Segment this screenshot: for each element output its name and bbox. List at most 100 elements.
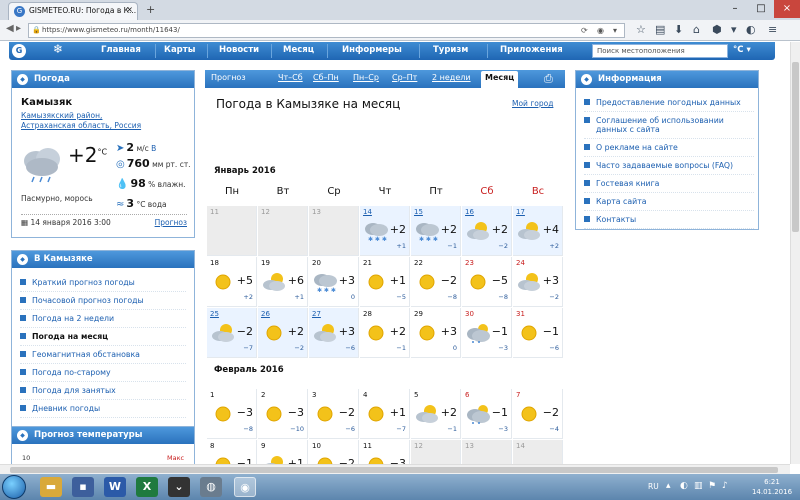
day-cell[interactable]: 16 +2 −2 — [462, 206, 512, 256]
new-tab-button[interactable]: + — [146, 3, 155, 16]
nav-item-apps[interactable]: Приложения — [500, 45, 563, 55]
scrollbar-thumb[interactable] — [792, 62, 799, 232]
nav-item-maps[interactable]: Карты — [164, 45, 195, 55]
search-dropdown-icon[interactable]: ▾ — [613, 24, 617, 37]
forecast-tab[interactable]: Сб–Пн — [313, 73, 339, 82]
sidebar-link[interactable]: Геомагнитная обстановка — [20, 346, 186, 364]
menu-icon[interactable]: ≡ — [768, 23, 777, 36]
day-cell[interactable]: 25 −2 −7 — [207, 308, 257, 358]
extension-menu-icon[interactable]: ▾ — [731, 23, 737, 36]
nav-item-home[interactable]: Главная — [101, 45, 141, 55]
my-city-link[interactable]: Мой город — [512, 99, 553, 108]
day-cell[interactable]: 17 +4 +2 — [513, 206, 563, 256]
print-icon[interactable]: ⎙ — [544, 72, 553, 86]
maximize-button[interactable]: □ — [748, 0, 774, 18]
firefox-icon[interactable]: ◉ — [234, 477, 256, 497]
tray-app-icon[interactable]: ◐ — [680, 481, 688, 491]
forecast-tab[interactable]: Ср–Пт — [392, 73, 417, 82]
day-cell[interactable]: 1 −3 −8 — [207, 389, 257, 439]
info-link[interactable]: Карта сайта — [584, 193, 754, 211]
tray-network-icon[interactable]: ▥ — [694, 481, 703, 491]
day-cell[interactable]: 7 −2 −4 — [513, 389, 563, 439]
star-icon[interactable]: ☆ — [636, 23, 646, 36]
forecast-tab[interactable]: Месяц — [481, 71, 519, 88]
download-icon[interactable]: ⬇ — [674, 23, 683, 36]
explorer-icon[interactable]: ▬ — [40, 477, 62, 497]
day-cell[interactable]: 15 ✱ ✱ ✱ +2 −1 — [411, 206, 461, 256]
start-button[interactable] — [2, 475, 26, 499]
day-cell[interactable]: 29 +3 0 — [411, 308, 461, 358]
day-cell[interactable]: 4 +1 −7 — [360, 389, 410, 439]
forward-icon[interactable]: ▸ — [16, 23, 21, 34]
day-cell[interactable]: 20 ✱ ✱ ✱ +3 0 — [309, 257, 359, 307]
day-cell[interactable]: 5 +2 −1 — [411, 389, 461, 439]
day-cell[interactable]: 23 −5 −8 — [462, 257, 512, 307]
day-cell[interactable]: 22 −2 −8 — [411, 257, 461, 307]
sidebar-link[interactable]: Дневник погоды — [20, 400, 186, 418]
day-cell[interactable]: 24 +3 −2 — [513, 257, 563, 307]
info-link[interactable]: Соглашение об использовании данных с сай… — [584, 112, 754, 139]
info-link[interactable]: Контакты — [584, 211, 754, 229]
day-cell[interactable]: 19 +6 +1 — [258, 257, 308, 307]
day-cell[interactable]: 6 −1 −3 — [462, 389, 512, 439]
tray-up-icon[interactable]: ▴ — [666, 481, 671, 491]
addon-icon[interactable]: ◐ — [746, 23, 756, 36]
vertical-scrollbar[interactable] — [790, 42, 800, 464]
day-cell[interactable]: 8−1−4 — [207, 440, 257, 464]
day-cell[interactable]: 10−2−5 — [309, 440, 359, 464]
day-cell[interactable]: 3 −2 −6 — [309, 389, 359, 439]
region-area[interactable]: Астраханская область, Россия — [21, 121, 191, 131]
sidebar-link[interactable]: Краткий прогноз погоды — [20, 274, 186, 292]
day-cell[interactable]: 30 −1 −3 — [462, 308, 512, 358]
day-cell[interactable]: 2 −3 −10 — [258, 389, 308, 439]
day-cell[interactable]: 9+1−2 — [258, 440, 308, 464]
day-cell[interactable]: 21 +1 −5 — [360, 257, 410, 307]
day-cell[interactable]: 28 +2 −1 — [360, 308, 410, 358]
forecast-tab[interactable]: 2 недели — [432, 73, 471, 82]
clipboard-icon[interactable]: ▤ — [655, 23, 665, 36]
sidebar-link[interactable]: Погода для занятых — [20, 382, 186, 400]
address-bar[interactable]: 🔒 https://www.gismeteo.ru/month/11643/ ⟳… — [28, 23, 625, 38]
region-links[interactable]: Камызякский район, Астраханская область,… — [21, 111, 191, 131]
info-link[interactable]: О рекламе на сайте — [584, 139, 754, 157]
sidebar-link[interactable]: Погода на 2 недели — [20, 310, 186, 328]
save-icon[interactable]: ▪ — [72, 477, 94, 497]
day-cell[interactable]: 11−3−6 — [360, 440, 410, 464]
forecast-link[interactable]: Прогноз — [155, 218, 187, 227]
paint-icon[interactable]: ◍ — [200, 477, 222, 497]
day-cell[interactable]: 27 +3 −6 — [309, 308, 359, 358]
browser-tab[interactable]: G GISMETEO.RU: Погода в К... × — [8, 2, 138, 20]
forecast-tab[interactable]: Пн–Ср — [353, 73, 379, 82]
location-search-input[interactable]: Поиск местоположения — [592, 44, 728, 58]
window-close-button[interactable]: × — [774, 0, 800, 18]
nav-item-month[interactable]: Месяц — [283, 45, 314, 55]
word-icon[interactable]: W — [104, 477, 126, 497]
extension-icon[interactable]: ⬢ — [712, 23, 722, 36]
language-indicator[interactable]: RU — [648, 482, 659, 491]
sidebar-link[interactable]: Погода на месяц — [20, 328, 186, 346]
reload-icon[interactable]: ⟳ — [581, 24, 588, 37]
tray-security-icon[interactable]: ⚑ — [708, 481, 716, 491]
sidebar-link[interactable]: Почасовой прогноз погоды — [20, 292, 186, 310]
gismeteo-logo[interactable]: G — [12, 44, 26, 58]
region-district[interactable]: Камызякский район, — [21, 111, 191, 121]
tab-close-icon[interactable]: × — [126, 5, 133, 14]
nav-item-informers[interactable]: Информеры — [342, 45, 402, 55]
sidebar-link[interactable]: Погода по-старому — [20, 364, 186, 382]
scrollbar-thumb[interactable] — [10, 467, 778, 473]
system-clock[interactable]: 6:21 14.01.2016 — [748, 477, 796, 497]
day-cell[interactable]: 18 +5 +2 — [207, 257, 257, 307]
back-icon[interactable]: ◀ — [6, 23, 14, 34]
nav-item-tourism[interactable]: Туризм — [433, 45, 468, 55]
terminal-icon[interactable]: ⌄ — [168, 477, 190, 497]
minimize-button[interactable]: – — [722, 0, 748, 18]
tray-volume-icon[interactable]: ♪ — [722, 481, 728, 491]
horizontal-scrollbar[interactable] — [0, 464, 790, 474]
units-select[interactable]: °C ▾ — [733, 45, 751, 55]
excel-icon[interactable]: X — [136, 477, 158, 497]
search-engine-icon[interactable]: ◉ — [597, 24, 604, 37]
day-cell[interactable]: 26 +2 −2 — [258, 308, 308, 358]
forecast-tab[interactable]: Чт–Сб — [278, 73, 303, 82]
home-icon[interactable]: ⌂ — [693, 23, 700, 36]
day-cell[interactable]: 31 −1 −6 — [513, 308, 563, 358]
